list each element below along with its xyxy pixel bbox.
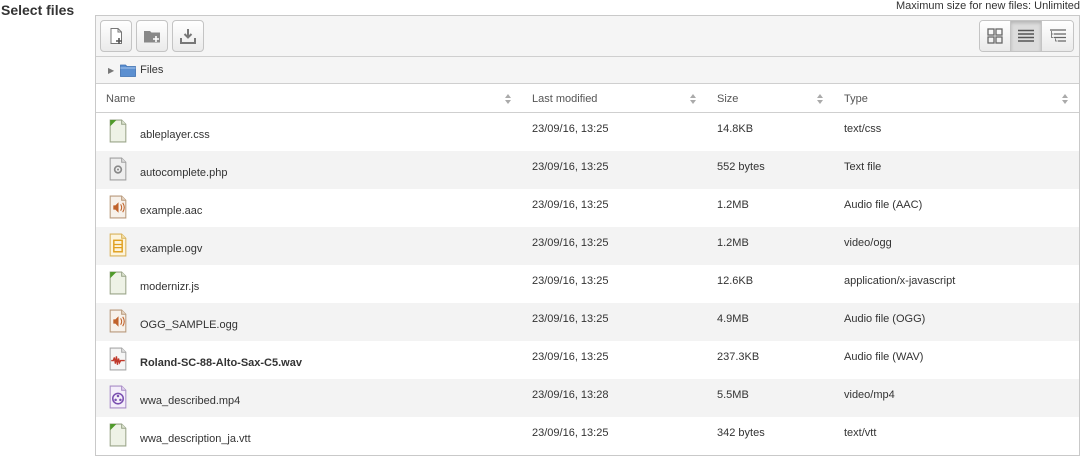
sort-modified-icon[interactable] [689,93,697,105]
table-row[interactable]: OGG_SAMPLE.ogg 23/09/16, 13:25 4.9MB Audio … [96,303,1079,341]
column-type-label: Type [844,92,868,105]
grid-view-icon [987,28,1003,44]
file-size: 1.2MB [717,199,749,211]
file-name[interactable]: example.aac [140,205,202,217]
table-row[interactable]: example.ogv 23/09/16, 13:25 1.2MB video/ogg [96,227,1079,265]
file-type: Audio file (AAC) [844,199,923,211]
download-button[interactable] [172,20,204,52]
table-row[interactable]: example.aac 23/09/16, 13:25 1.2MB Audio fil… [96,189,1079,227]
video-mp4-icon [109,385,127,409]
file-name[interactable]: ableplayer.css [140,129,210,141]
file-size: 4.9MB [717,313,749,325]
file-type: application/x-javascript [844,275,956,287]
expand-arrow-icon[interactable]: ▶ [108,66,114,75]
column-header-name[interactable]: Name [106,84,135,113]
path-bar: ▶ Files [96,57,1079,84]
table-row[interactable]: Roland-SC-88-Alto-Sax-C5.wav 23/09/16, 13… [96,341,1079,379]
tree-view-icon [1049,29,1066,42]
create-file-button[interactable] [100,20,132,52]
table-row[interactable]: autocomplete.php 23/09/16, 13:25 552 bytes… [96,151,1079,189]
file-modified: 23/09/16, 13:25 [532,275,609,287]
view-details-button[interactable] [1011,21,1042,51]
list-view-icon [1018,29,1034,42]
file-name[interactable]: wwa_described.mp4 [140,395,240,407]
column-header-type[interactable]: Type [844,84,868,113]
audio-file-icon [109,195,127,219]
file-size: 12.6KB [717,275,754,287]
column-modified-label: Last modified [532,92,598,105]
table-row[interactable]: ableplayer.css 23/09/16, 13:25 14.8KB text/… [96,113,1079,151]
table-header: Name Last modified Size Type [96,84,1079,113]
text-file-icon [109,423,127,447]
audio-file-icon [109,309,127,333]
sort-type-icon[interactable] [1061,93,1069,105]
file-modified: 23/09/16, 13:25 [532,161,609,173]
text-file-icon [109,119,127,143]
file-size: 342 bytes [717,427,765,439]
new-folder-icon [144,31,160,43]
file-modified: 23/09/16, 13:25 [532,427,609,439]
file-size: 5.5MB [717,389,749,401]
sort-size-icon[interactable] [816,93,824,105]
file-type: text/css [844,123,882,135]
file-type: Audio file (OGG) [844,313,926,325]
column-name-label: Name [106,92,136,105]
folder-icon [120,64,137,77]
file-name[interactable]: Roland-SC-88-Alto-Sax-C5.wav [140,357,302,369]
video-ogg-icon [109,233,127,257]
file-size: 14.8KB [717,123,754,135]
table-row[interactable]: wwa_described.mp4 23/09/16, 13:28 5.5MB vid… [96,379,1079,417]
file-type: Audio file (WAV) [844,351,924,363]
view-tree-button[interactable] [1042,21,1073,51]
column-size-label: Size [717,92,739,105]
file-type: video/mp4 [844,389,895,401]
file-modified: 23/09/16, 13:25 [532,313,609,325]
file-type: text/vtt [844,427,877,439]
path-folder-label[interactable]: Files [140,64,163,76]
sort-name-icon[interactable] [504,93,512,105]
file-name[interactable]: modernizr.js [140,281,199,293]
file-modified: 23/09/16, 13:25 [532,351,609,363]
file-modified: 23/09/16, 13:25 [532,199,609,211]
file-name[interactable]: autocomplete.php [140,167,227,179]
file-picker: ▶ Files Name Last modified Size Type abl… [95,15,1080,456]
code-file-icon [109,157,127,181]
file-size: 237.3KB [717,351,760,363]
file-modified: 23/09/16, 13:25 [532,123,609,135]
table-row[interactable]: wwa_description_ja.vtt 23/09/16, 13:25 342… [96,417,1079,455]
column-header-size[interactable]: Size [717,84,738,113]
file-type: Text file [844,161,882,173]
create-folder-button[interactable] [136,20,168,52]
new-file-icon [110,28,122,44]
text-file-icon [109,271,127,295]
file-modified: 23/09/16, 13:28 [532,389,609,401]
file-size: 1.2MB [717,237,749,249]
file-name[interactable]: wwa_description_ja.vtt [140,433,251,445]
wav-file-icon [109,347,127,371]
max-size-note: Maximum size for new files: Unlimited [896,0,1080,12]
file-type: video/ogg [844,237,892,249]
download-icon [180,29,196,44]
file-name[interactable]: example.ogv [140,243,202,255]
file-modified: 23/09/16, 13:25 [532,237,609,249]
file-name[interactable]: OGG_SAMPLE.ogg [140,319,238,331]
view-icons-button[interactable] [980,21,1011,51]
column-header-modified[interactable]: Last modified [532,84,597,113]
file-picker-toolbar [96,16,1079,57]
page-label: Select files [1,2,75,18]
view-switcher [979,20,1074,52]
table-row[interactable]: modernizr.js 23/09/16, 13:25 12.6KB applica… [96,265,1079,303]
file-size: 552 bytes [717,161,765,173]
